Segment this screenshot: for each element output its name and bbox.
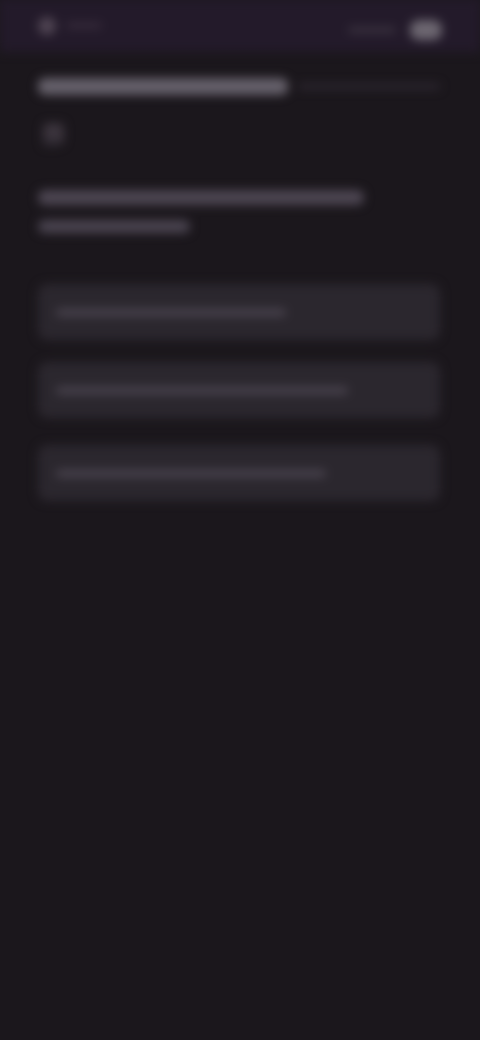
option-label-2 <box>56 387 348 394</box>
small-label <box>43 139 60 146</box>
section-heading-continuation <box>38 220 190 233</box>
option-label-3 <box>56 470 326 477</box>
option-label-1 <box>56 309 286 316</box>
blurred-screen <box>0 0 480 1040</box>
option-item-2[interactable] <box>38 362 440 418</box>
toggle-or-badge-icon[interactable] <box>410 20 442 40</box>
blurred-content-layer <box>0 0 480 1040</box>
section-heading <box>38 190 364 205</box>
page-title <box>38 78 288 95</box>
status-right-label <box>348 27 396 33</box>
option-item-1[interactable] <box>38 284 440 340</box>
page-subtitle <box>298 84 440 89</box>
option-item-3[interactable] <box>38 445 440 501</box>
status-indicator-icon <box>38 17 56 35</box>
status-small-label <box>66 23 102 28</box>
status-bar <box>0 0 480 52</box>
